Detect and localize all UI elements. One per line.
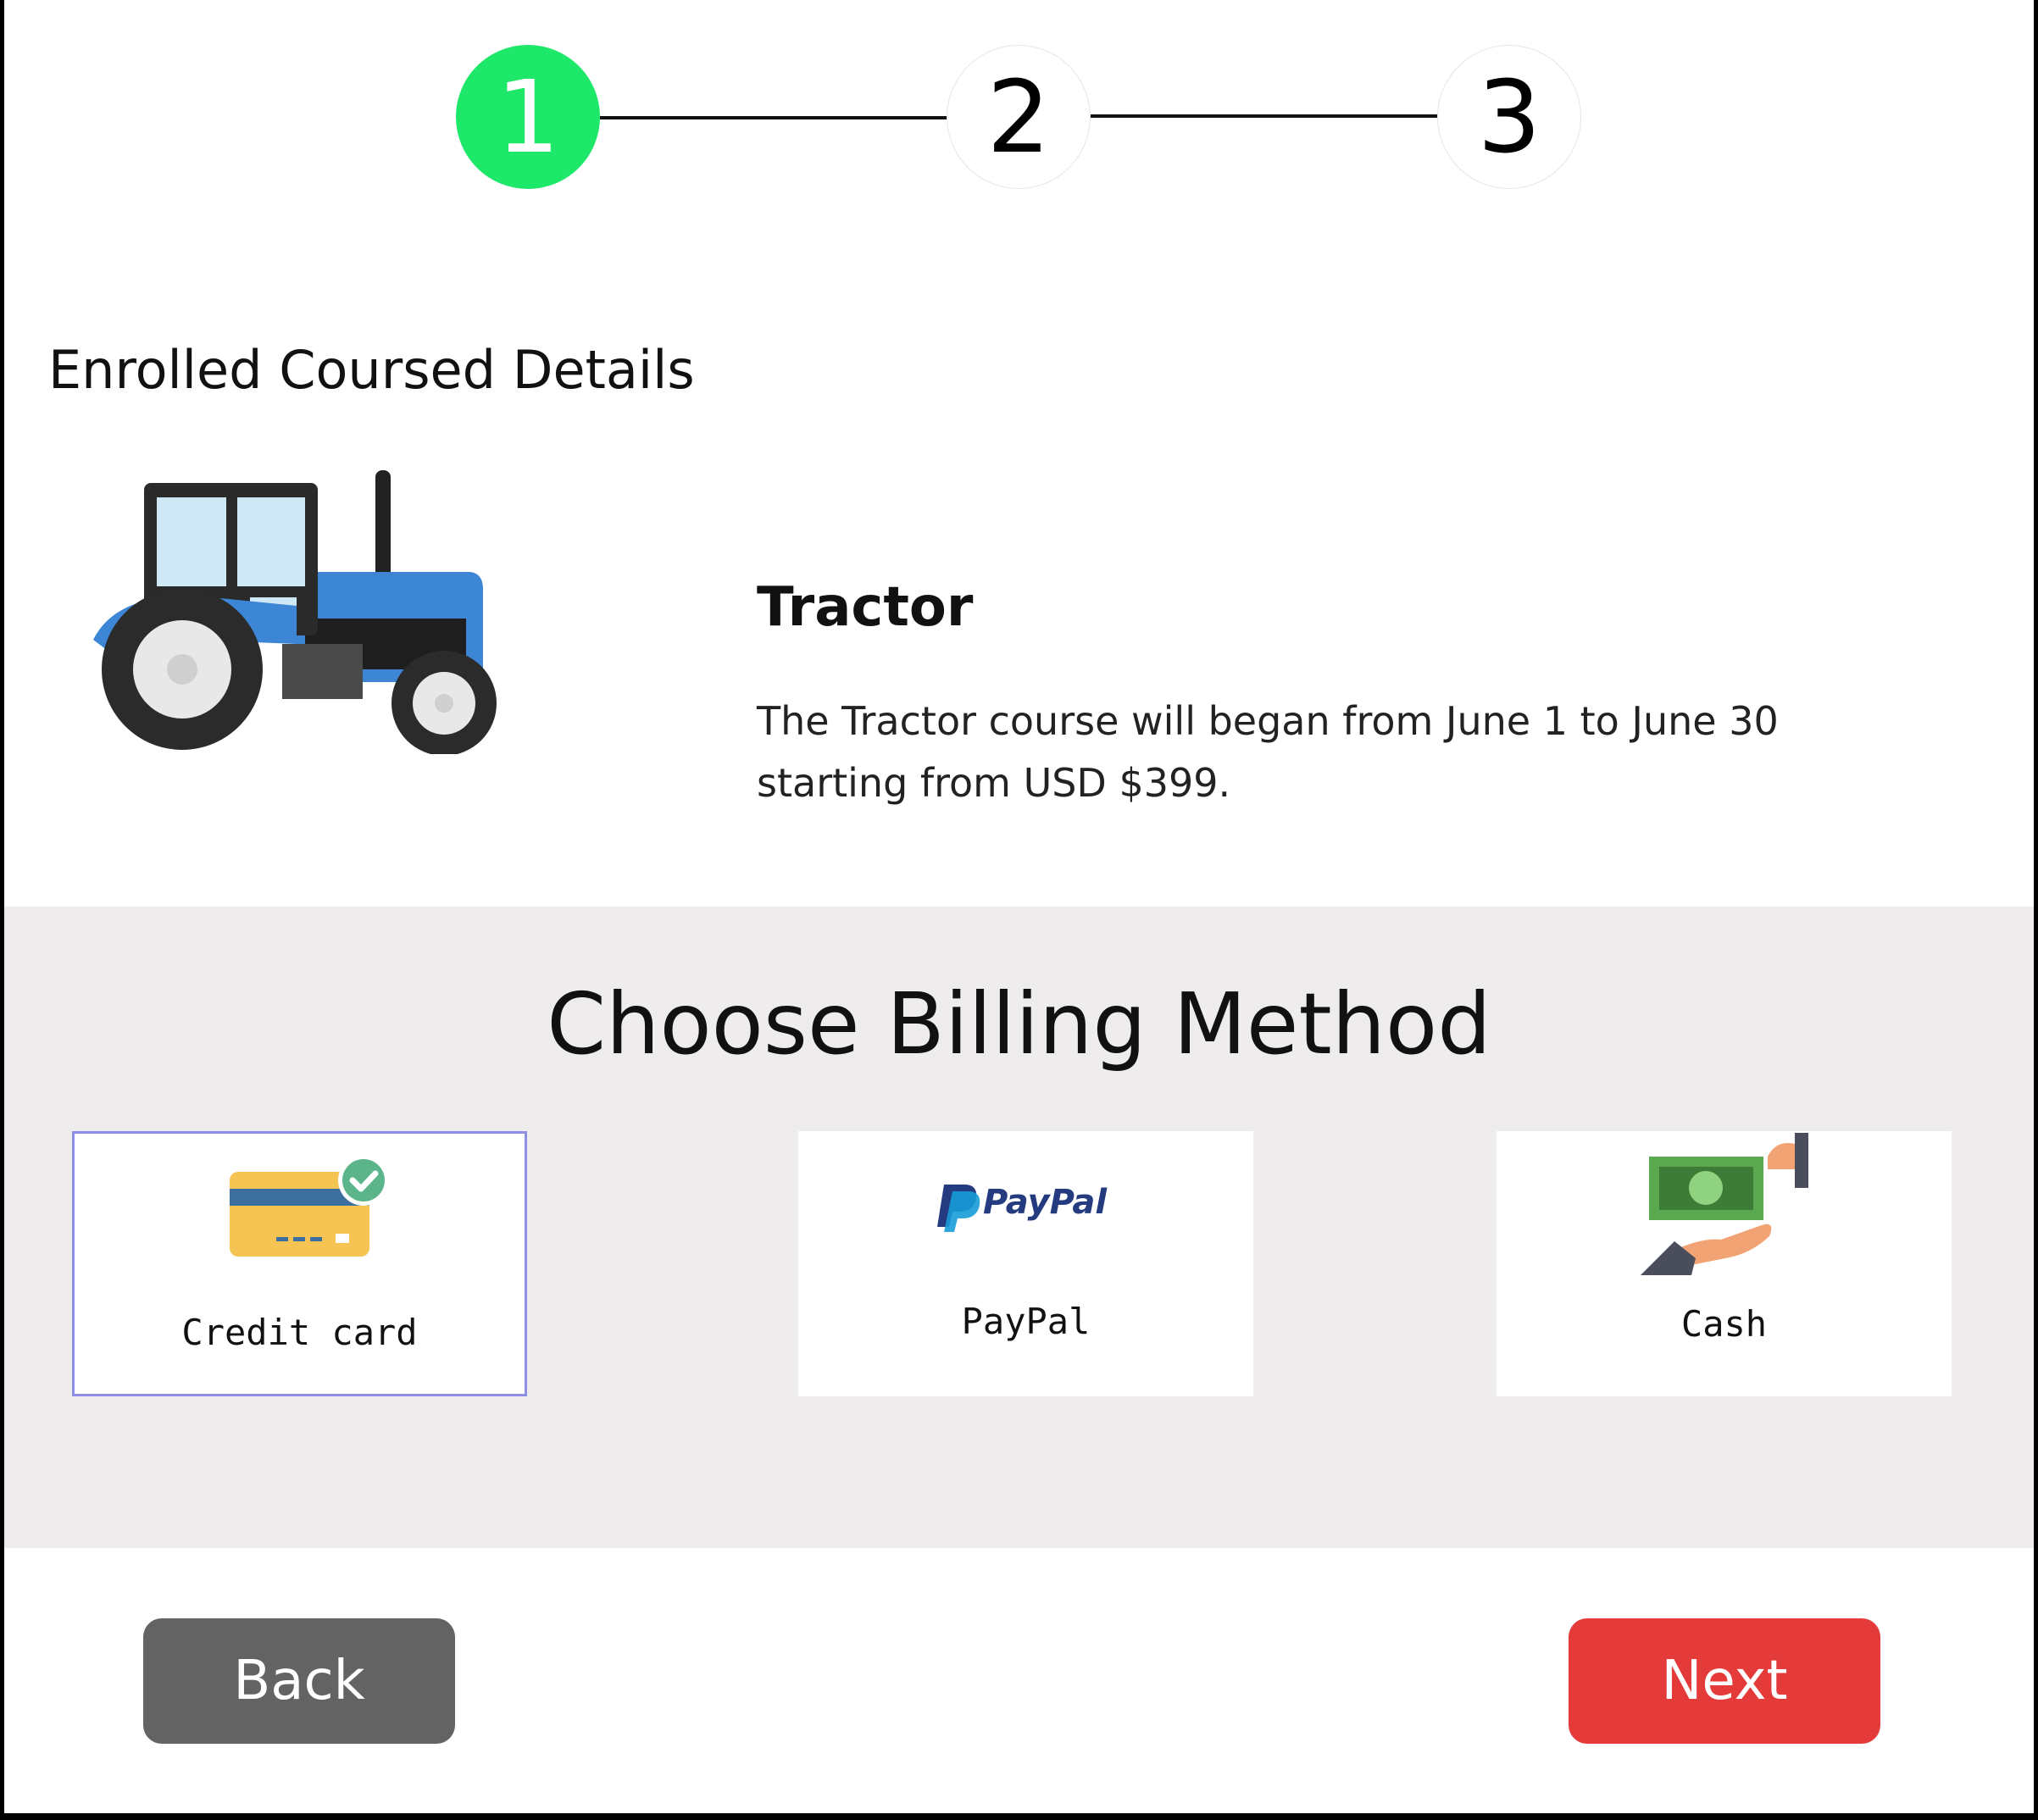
billing-option-label: Credit card — [181, 1312, 418, 1353]
step-1[interactable]: 1 — [456, 45, 600, 189]
step-2[interactable]: 2 — [947, 45, 1091, 189]
back-button[interactable]: Back — [143, 1618, 455, 1744]
enrollment-page: 1 2 3 Enrolled Coursed Details Tractor T… — [4, 0, 2034, 1813]
billing-option-paypal[interactable]: PayPal PayPal — [798, 1131, 1253, 1396]
billing-option-cash[interactable]: Cash — [1497, 1131, 1952, 1396]
credit-card-icon — [221, 1151, 391, 1273]
course-name: Tractor — [757, 576, 974, 639]
tractor-image — [85, 462, 525, 756]
billing-option-label: PayPal — [961, 1301, 1091, 1342]
billing-title: Choose Billing Method — [547, 974, 1491, 1074]
next-button[interactable]: Next — [1569, 1618, 1880, 1744]
paypal-logo: PayPal — [934, 1178, 1129, 1237]
paypal-logo-text: PayPal — [983, 1183, 1108, 1222]
step-connector — [600, 116, 952, 119]
billing-option-credit-card[interactable]: Credit card — [72, 1131, 527, 1396]
billing-option-label: Cash — [1680, 1303, 1768, 1345]
step-connector — [1091, 114, 1442, 118]
step-3[interactable]: 3 — [1437, 45, 1581, 189]
section-title: Enrolled Coursed Details — [48, 339, 695, 401]
billing-section: Choose Billing Method Credit card PayPal… — [4, 907, 2034, 1548]
course-description: The Tractor course will began from June … — [757, 698, 1779, 806]
cash-hand-icon — [1641, 1131, 1810, 1279]
